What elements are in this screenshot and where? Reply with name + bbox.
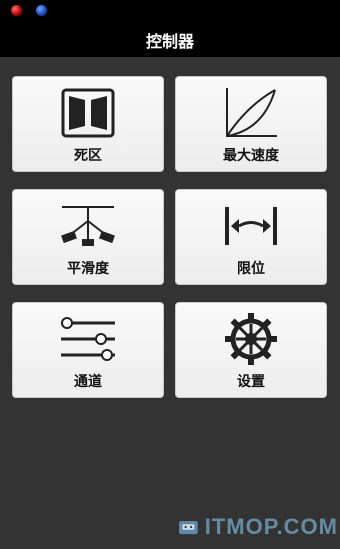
settings-button[interactable]: 设置 [175, 302, 327, 398]
limit-icon [221, 198, 281, 254]
tile-label-channel: 通道 [74, 374, 102, 390]
watermark-text: ITMOP.COM [204, 514, 338, 539]
tile-label-deadzone: 死区 [74, 148, 102, 164]
tile-label-settings: 设置 [237, 374, 265, 390]
title-bar: 控制器 [0, 22, 340, 57]
deadzone-icon [58, 85, 118, 141]
smoothness-icon [58, 198, 118, 254]
watermark-logo-icon [179, 520, 198, 535]
tile-label-smoothness: 平滑度 [67, 261, 109, 277]
controller-menu-grid: 死区 最大速度 平滑度 限位 通道 设置 [0, 57, 340, 549]
smoothness-button[interactable]: 平滑度 [12, 189, 164, 285]
blue-indicator-icon [36, 5, 47, 16]
channel-sliders-icon [58, 311, 118, 367]
tile-label-max-speed: 最大速度 [223, 148, 279, 164]
gear-icon [221, 311, 281, 367]
watermark: ITMOP.COM [178, 510, 338, 544]
status-bar [0, 0, 340, 22]
red-indicator-icon [11, 5, 22, 16]
max-speed-curve-icon [221, 85, 281, 141]
channel-button[interactable]: 通道 [12, 302, 164, 398]
limit-button[interactable]: 限位 [175, 189, 327, 285]
page-title: 控制器 [145, 31, 194, 51]
max-speed-button[interactable]: 最大速度 [175, 76, 327, 172]
tile-label-limit: 限位 [237, 261, 265, 277]
deadzone-button[interactable]: 死区 [12, 76, 164, 172]
